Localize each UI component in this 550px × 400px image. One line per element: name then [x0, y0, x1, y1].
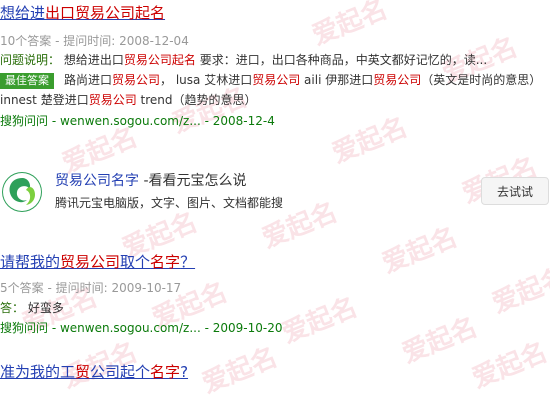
title-text: ? [180, 363, 189, 381]
ai-promo-card[interactable]: 贸易公司名字 -看看元宝怎么说 腾讯元宝电脑版，文字、图片、文档都能搜 去试试 [0, 172, 550, 212]
title-text: 想给进 [0, 4, 46, 22]
title-text: 请帮我的 [0, 253, 61, 271]
result-title-link[interactable]: 请帮我的贸易公司取个名字？ [0, 253, 195, 271]
promo-title-rest: -看看元宝怎么说 [139, 173, 247, 189]
result-source[interactable]: 搜狗问问 - wenwen.sogou.com/z... - 2008-12-4 [0, 112, 550, 130]
answer-text: trend（趋势的意思） [136, 93, 257, 107]
source-url-date: - wenwen.sogou.com/z... - 2009-10-20 [48, 321, 283, 335]
result-title-link[interactable]: 想给进出口贸易公司起名 [0, 4, 165, 22]
answer-label: 答： [0, 301, 25, 315]
search-result-2: 请帮我的贸易公司取个名字？ 5个答案 - 提问时间: 2009-10-17 答：… [0, 252, 550, 337]
answer-highlight: 贸易公司 [252, 73, 301, 87]
answer-text: 好蛮多 [27, 301, 64, 315]
question-description: 问题说明： 想给进出口贸易公司起名 要求：进口，出口各种商品，中英文都好记忆的，… [0, 50, 550, 70]
title-highlight: 出口 [45, 4, 76, 22]
title-text: ？ [180, 253, 196, 271]
search-result-3: 准为我的工贸公司起个名字? [0, 362, 550, 382]
title-highlight: 名字 [150, 253, 181, 271]
title-text: 准为我的工 [0, 363, 76, 381]
desc-highlight: 贸易公司起名 [123, 53, 196, 67]
source-url-date: - wenwen.sogou.com/z... - 2008-12-4 [48, 114, 275, 128]
result-title[interactable]: 准为我的工贸公司起个名字? [0, 362, 550, 382]
title-text: 公司起个 [90, 363, 151, 381]
title-text: 取个 [120, 253, 151, 271]
source-brand: 搜狗问问 [0, 114, 49, 128]
search-result-1: 想给进出口贸易公司起名 10个答案 - 提问时间: 2008-12-04 问题说… [0, 3, 550, 130]
result-meta: 5个答案 - 提问时间: 2009-10-17 [0, 281, 182, 295]
best-answer-badge: 最佳答案 [0, 73, 54, 89]
desc-text: 想给进出口 [63, 53, 124, 67]
source-brand: 搜狗问问 [0, 321, 49, 335]
result-source[interactable]: 搜狗问问 - wenwen.sogou.com/z... - 2009-10-2… [0, 319, 550, 337]
title-highlight: 贸易公司起名 [75, 4, 166, 22]
answer-highlight: 贸易公司 [88, 93, 137, 107]
promo-title[interactable]: 贸易公司名字 -看看元宝怎么说 [55, 172, 247, 190]
result-title[interactable]: 想给进出口贸易公司起名 [0, 3, 550, 23]
answer-text: ， lusa 艾林进口 [160, 73, 253, 87]
title-highlight: 贸 [75, 363, 91, 381]
promo-title-link[interactable]: 贸易公司名字 [55, 173, 139, 189]
title-highlight: 贸易公司 [60, 253, 121, 271]
promo-subtitle: 腾讯元宝电脑版，文字、图片、文档都能搜 [55, 196, 284, 210]
answer-highlight: 贸易公司 [373, 73, 422, 87]
title-highlight: 名字 [150, 363, 181, 381]
try-button[interactable]: 去试试 [481, 177, 549, 205]
answer-text: 路尚进口 [64, 73, 113, 87]
result-meta: 10个答案 - 提问时间: 2008-12-04 [0, 34, 189, 48]
result-title[interactable]: 请帮我的贸易公司取个名字？ [0, 252, 550, 272]
answer: 答： 好蛮多 [0, 298, 550, 318]
result-title-link[interactable]: 准为我的工贸公司起个名字? [0, 363, 188, 381]
desc-label: 问题说明： [0, 53, 61, 67]
yuanbao-logo-icon [2, 172, 42, 212]
answer-text: aili 伊那进口 [300, 73, 374, 87]
desc-text: 要求：进口，出口各种商品，中英文都好记忆的，读... [195, 53, 488, 67]
answer-highlight: 贸易公司 [112, 73, 161, 87]
best-answer: 最佳答案 路尚进口贸易公司， lusa 艾林进口贸易公司 aili 伊那进口贸易公… [0, 70, 550, 110]
